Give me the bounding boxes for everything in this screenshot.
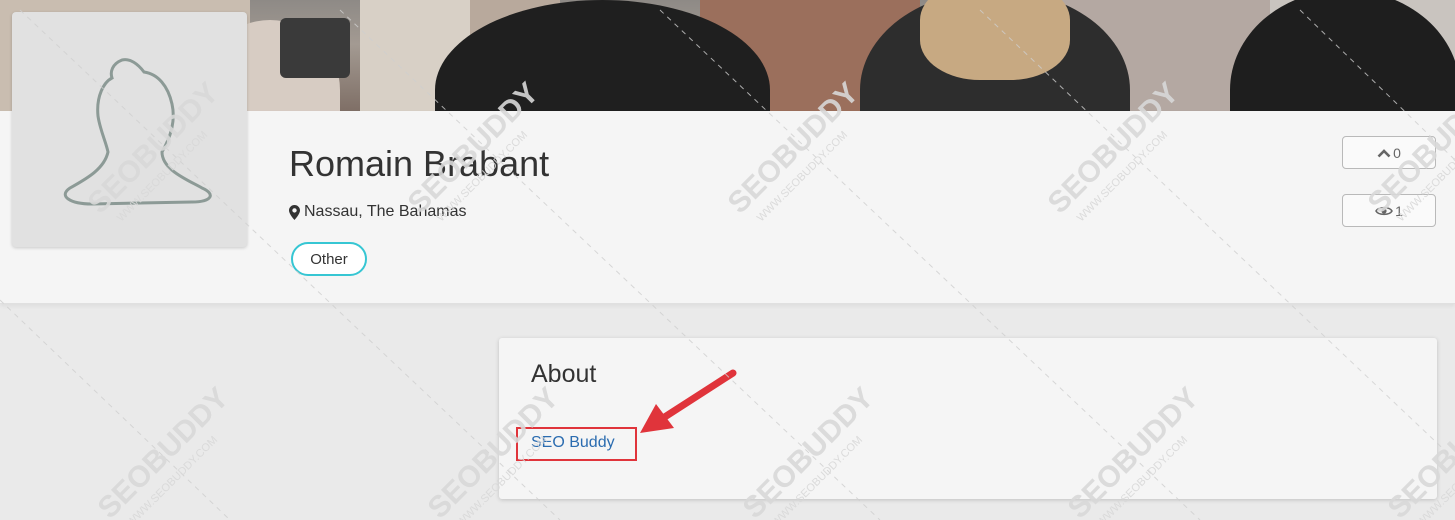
location-text: Nassau, The Bahamas (304, 203, 467, 220)
profile-avatar (12, 12, 247, 247)
chevron-up-icon (1377, 148, 1391, 157)
default-avatar-icon (63, 58, 212, 206)
annotation-highlight-box (516, 427, 637, 461)
annotation-arrow-icon (640, 369, 737, 433)
map-marker-icon (289, 204, 300, 220)
profile-name: Romain Brabant (289, 143, 550, 184)
watermark-url: WWW.SEOBUDDY.COM (125, 434, 220, 520)
eye-icon (1375, 206, 1394, 215)
upvote-count: 0 (1393, 144, 1401, 161)
views-count: 1 (1395, 202, 1403, 219)
views-button[interactable]: 1 (1342, 194, 1436, 227)
category-tag[interactable]: Other (291, 242, 367, 276)
about-title: About (531, 360, 597, 388)
profile-location: Nassau, The Bahamas (289, 203, 466, 221)
upvote-button[interactable]: 0 (1342, 136, 1436, 169)
watermark-brand: SEOBUDDY (92, 381, 236, 520)
